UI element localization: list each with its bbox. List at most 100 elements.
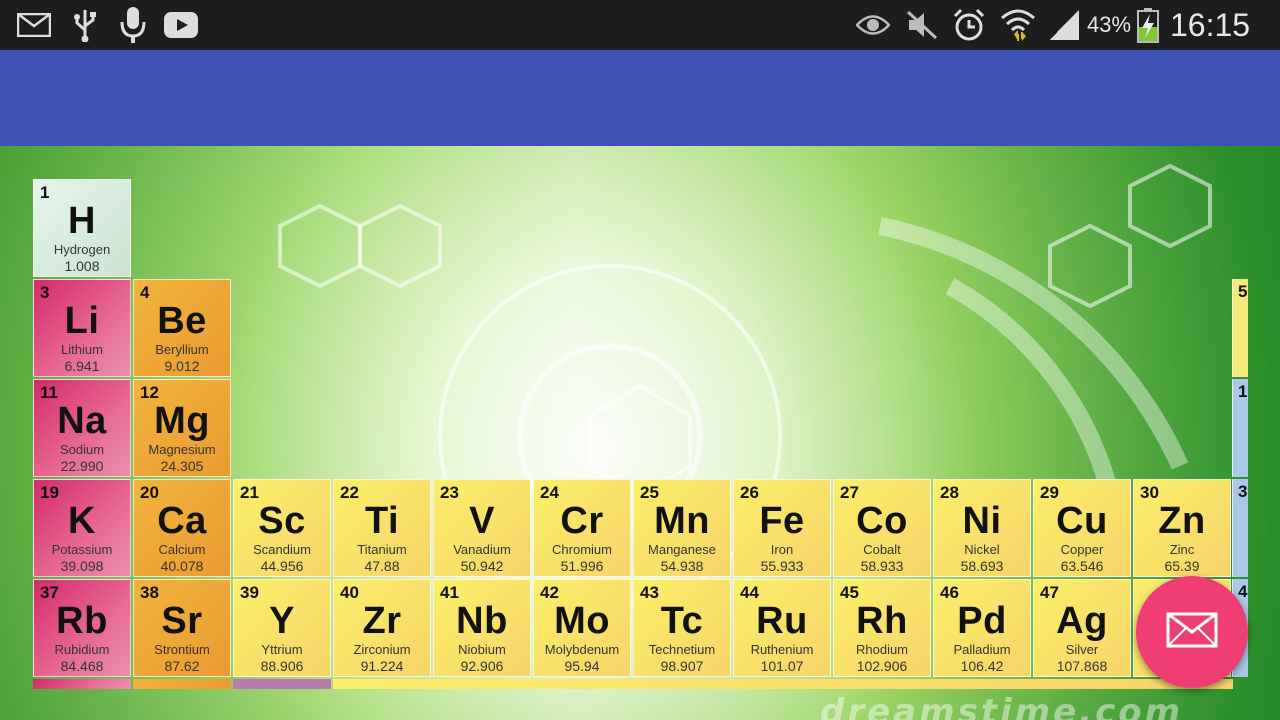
atomic-mass: 47.88 <box>364 558 400 574</box>
element-name: Rubidium <box>54 642 110 657</box>
watermark: dreamstime.com <box>820 692 1184 720</box>
element-cell[interactable]: 46 Pd Palladium 106.42 <box>933 579 1031 677</box>
element-cell[interactable]: 27 Co Cobalt 58.933 <box>833 479 931 577</box>
clock: 16:15 <box>1170 6 1251 43</box>
element-name: Lithium <box>61 342 103 357</box>
atomic-mass: 22.990 <box>60 458 104 474</box>
mail-fab-button[interactable] <box>1136 576 1248 688</box>
element-cell[interactable]: 12 Mg Magnesium 24.305 <box>133 379 231 477</box>
next-row-cell <box>133 679 231 689</box>
element-cell[interactable]: 4 Be Beryllium 9.012 <box>133 279 231 377</box>
signal-icon <box>1046 0 1082 50</box>
element-name: Zinc <box>1169 542 1195 557</box>
periodic-table-view[interactable]: 1 H Hydrogen 1.008 3 Li Lithium 6.941 4 … <box>0 146 1280 720</box>
element-cell[interactable]: 40 Zr Zirconium 91.224 <box>333 579 431 677</box>
element-name: Ruthenium <box>750 642 814 657</box>
element-name: Silver <box>1065 642 1099 657</box>
element-symbol: Co <box>856 500 908 542</box>
atomic-mass: 50.942 <box>460 558 504 574</box>
element-symbol: V <box>469 500 495 542</box>
element-name: Iron <box>770 542 794 557</box>
element-cell[interactable]: 42 Mo Molybdenum 95.94 <box>533 579 631 677</box>
atomic-mass: 40.078 <box>160 558 204 574</box>
element-cell[interactable]: 37 Rb Rubidium 84.468 <box>33 579 131 677</box>
atomic-mass: 9.012 <box>164 358 200 374</box>
atomic-mass: 91.224 <box>360 658 404 674</box>
element-cell[interactable]: 28 Ni Nickel 58.693 <box>933 479 1031 577</box>
element-symbol: Cu <box>1056 500 1108 542</box>
element-cell[interactable]: 3 Li Lithium 6.941 <box>33 279 131 377</box>
element-symbol: K <box>68 500 96 542</box>
element-name: Scandium <box>253 542 311 557</box>
element-name: Cobalt <box>863 542 901 557</box>
element-symbol: Na <box>57 400 107 442</box>
element-symbol: Pd <box>957 600 1007 642</box>
element-name: Zirconium <box>353 642 411 657</box>
element-symbol: Cr <box>560 500 604 542</box>
element-cell[interactable]: 1 H Hydrogen 1.008 <box>33 179 131 277</box>
atomic-mass: 24.305 <box>160 458 204 474</box>
element-symbol: Tc <box>660 600 704 642</box>
element-cell[interactable]: 20 Ca Calcium 40.078 <box>133 479 231 577</box>
atomic-mass: 1.008 <box>64 258 100 274</box>
mail-icon <box>1166 612 1218 653</box>
element-name: Calcium <box>158 542 206 557</box>
element-cell[interactable]: 41 Nb Niobium 92.906 <box>433 579 531 677</box>
element-symbol: Fe <box>759 500 805 542</box>
element-name: Niobium <box>458 642 506 657</box>
element-symbol: Mo <box>554 600 610 642</box>
atomic-mass: 102.906 <box>856 658 908 674</box>
element-cell[interactable]: 19 K Potassium 39.098 <box>33 479 131 577</box>
element-name: Molybdenum <box>544 642 620 657</box>
element-cell[interactable]: 47 Ag Silver 107.868 <box>1033 579 1131 677</box>
element-symbol: Ru <box>756 600 808 642</box>
element-cell[interactable]: 22 Ti Titanium 47.88 <box>333 479 431 577</box>
atomic-mass: 58.933 <box>860 558 904 574</box>
element-cell[interactable]: 23 V Vanadium 50.942 <box>433 479 531 577</box>
atomic-mass: 58.693 <box>960 558 1004 574</box>
status-bar: 43% 16:15 <box>0 0 1280 50</box>
element-name: Yttrium <box>261 642 303 657</box>
element-name: Hydrogen <box>53 242 111 257</box>
element-cell[interactable]: 45 Rh Rhodium 102.906 <box>833 579 931 677</box>
element-name: Copper <box>1060 542 1104 557</box>
element-symbol: Sr <box>161 600 203 642</box>
element-name: Manganese <box>648 542 716 557</box>
element-cell[interactable]: 44 Ru Ruthenium 101.07 <box>733 579 831 677</box>
element-symbol: Ca <box>157 500 207 542</box>
element-symbol: Mn <box>654 500 710 542</box>
element-cell[interactable]: 25 Mn Manganese 54.938 <box>633 479 731 577</box>
element-cell-partial[interactable]: 5 <box>1232 279 1248 377</box>
element-cell[interactable]: 11 Na Sodium 22.990 <box>33 379 131 477</box>
atomic-number: 5 <box>1238 282 1248 301</box>
youtube-icon <box>163 0 199 50</box>
atomic-mass: 95.94 <box>564 658 600 674</box>
atomic-mass: 55.933 <box>760 558 804 574</box>
element-cell-partial[interactable]: 1 <box>1232 379 1248 477</box>
element-cell[interactable]: 30 Zn Zinc 65.39 <box>1133 479 1231 577</box>
element-cell[interactable]: 21 Sc Scandium 44.956 <box>233 479 331 577</box>
element-symbol: Zn <box>1158 500 1206 542</box>
element-cell[interactable]: 39 Y Yttrium 88.906 <box>233 579 331 677</box>
element-name: Strontium <box>154 642 210 657</box>
element-name: Chromium <box>552 542 612 557</box>
element-name: Beryllium <box>155 342 209 357</box>
atomic-mass: 84.468 <box>60 658 104 674</box>
element-cell-partial[interactable]: 3 <box>1232 479 1248 577</box>
atomic-mass: 51.996 <box>560 558 604 574</box>
atomic-mass: 44.956 <box>260 558 304 574</box>
element-name: Technetium <box>648 642 716 657</box>
element-name: Potassium <box>51 542 113 557</box>
atomic-number: 4 <box>1238 582 1248 601</box>
element-cell[interactable]: 24 Cr Chromium 51.996 <box>533 479 631 577</box>
element-cell[interactable]: 38 Sr Strontium 87.62 <box>133 579 231 677</box>
atomic-mass: 101.07 <box>760 658 804 674</box>
element-cell[interactable]: 43 Tc Technetium 98.907 <box>633 579 731 677</box>
element-cell[interactable]: 29 Cu Copper 63.546 <box>1033 479 1131 577</box>
wifi-icon <box>998 0 1038 50</box>
eye-icon <box>855 0 891 50</box>
mute-icon <box>904 0 940 50</box>
alarm-icon <box>951 0 987 50</box>
element-cell[interactable]: 26 Fe Iron 55.933 <box>733 479 831 577</box>
usb-icon <box>70 0 100 50</box>
